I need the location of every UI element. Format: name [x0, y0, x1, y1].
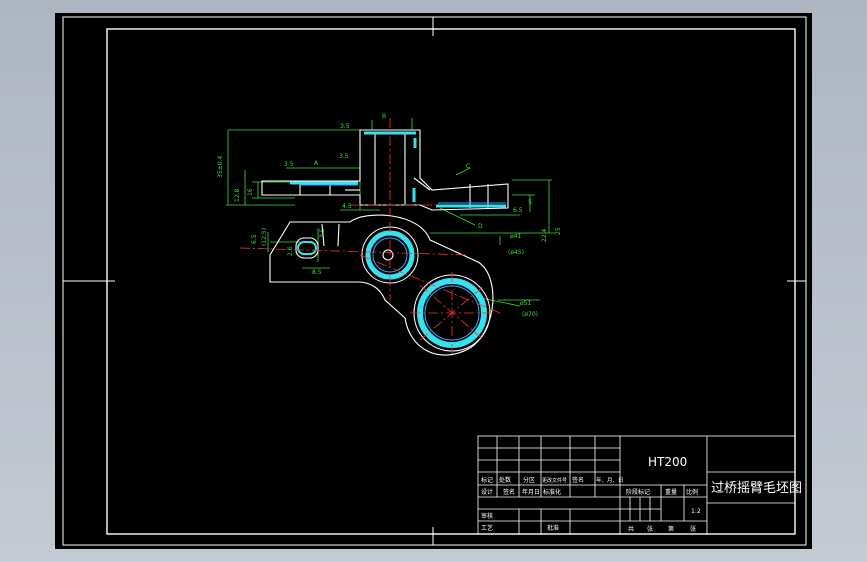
process-label: 工艺 — [481, 524, 493, 532]
section-label-c: C — [466, 163, 470, 170]
dim-left-tol: 6.5 — [251, 234, 258, 244]
material-label: HT200 — [648, 455, 687, 469]
standardize-label: 标准化 — [543, 488, 561, 496]
dim-hub-ref: (ø45) — [508, 249, 524, 256]
design-label: 设计 — [481, 488, 493, 496]
rev-header-sign: 签名 — [572, 476, 584, 484]
rev-header-count: 处数 — [499, 476, 511, 484]
dim-left-height: 35±0.4 — [217, 156, 224, 178]
dim-right-h: 5 — [528, 199, 532, 206]
rev-header-zone: 分区 — [523, 476, 535, 484]
sheet-no-unit: 张 — [690, 525, 696, 533]
design-sign: 签名 — [503, 488, 515, 496]
dim-slot-w: 8.5 — [312, 269, 322, 276]
rev-header-doc: 更改文件号 — [542, 477, 567, 484]
dim-slot: 3.5 — [319, 228, 326, 238]
rev-header-date: 年、月、日 — [596, 476, 624, 484]
review-label: 审核 — [481, 512, 493, 520]
dim-thick: 4.5 — [342, 203, 352, 210]
dim-big-dia: ø51 — [520, 300, 531, 307]
dim-ang-small: 2.6 — [287, 246, 294, 256]
dim-step: 3.5 — [284, 161, 294, 168]
dim-step2: 3.5 — [339, 153, 349, 160]
dim-top-rib: 3.5 — [340, 123, 350, 130]
cad-viewport[interactable]: 35±0.4 16 12.8 3.5 3.5 4.5 3.5 5 6.5 22.… — [0, 0, 867, 562]
section-label-b: B — [382, 113, 386, 120]
dim-left-inner: 12.8 — [234, 188, 241, 202]
scale-value: 1:2 — [691, 508, 701, 515]
dim-hub-dia: ø41 — [510, 233, 521, 240]
drawing-canvas[interactable] — [55, 13, 812, 549]
sheet-unit-label: 张 — [647, 525, 653, 533]
section-label-d: D — [478, 223, 483, 230]
dim-right-big: 25 — [555, 227, 562, 235]
sheet-no-label: 第 — [668, 525, 674, 533]
stage-mark-header: 阶段标记 — [626, 488, 650, 496]
dim-right-small: 6.5 — [513, 207, 523, 214]
dim-left-ref: (12.5) — [261, 228, 268, 246]
rev-header-mark: 标记 — [481, 476, 493, 484]
scale-header: 比例 — [686, 488, 698, 496]
design-date: 年月日 — [522, 488, 540, 496]
weight-header: 重量 — [665, 488, 677, 496]
dim-big-ref: (ø70) — [522, 311, 538, 318]
part-name-label: 过桥摇臂毛坯图 — [711, 481, 802, 496]
approve-label: 批准 — [547, 524, 559, 532]
sheet-total-label: 共 — [628, 525, 634, 533]
dim-right-tol: 22.4 — [541, 228, 548, 242]
dim-left-h2: 16 — [247, 188, 254, 196]
